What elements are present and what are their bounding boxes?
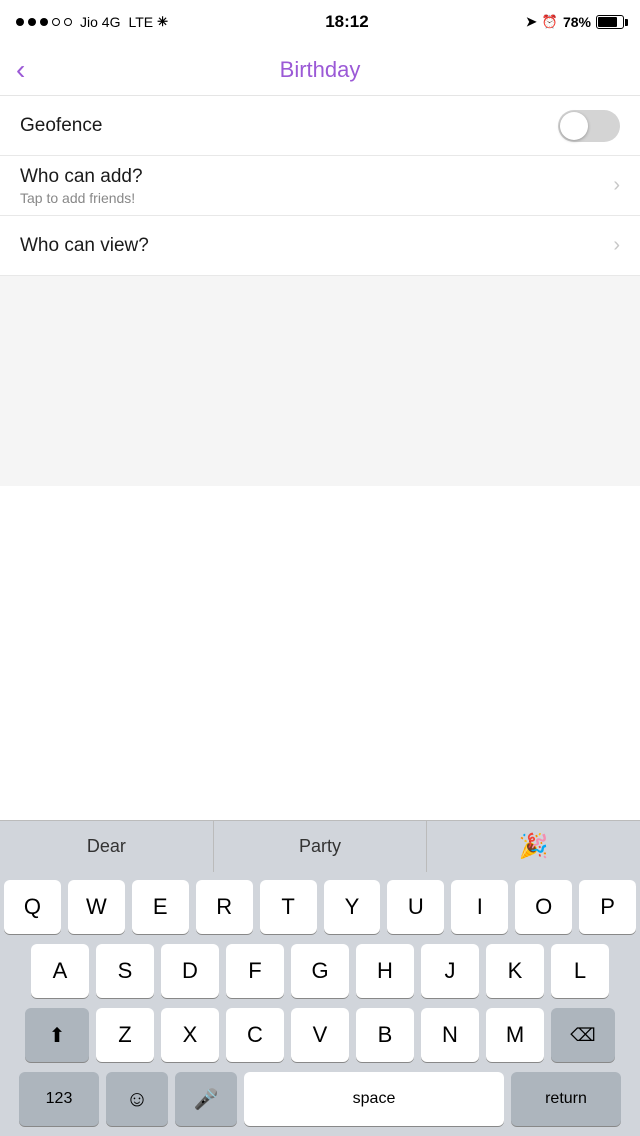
key-w[interactable]: W bbox=[68, 880, 125, 934]
emoji-key[interactable]: ☺ bbox=[106, 1072, 168, 1126]
who-can-add-label-group: Who can add? Tap to add friends! bbox=[20, 166, 143, 206]
autocomplete-dear[interactable]: Dear bbox=[0, 821, 214, 872]
battery-icon bbox=[596, 15, 624, 29]
key-row-bottom: 123 ☺ 🎤 space return bbox=[4, 1072, 636, 1126]
key-u[interactable]: U bbox=[387, 880, 444, 934]
geofence-label-group: Geofence bbox=[20, 115, 102, 137]
key-m[interactable]: M bbox=[486, 1008, 544, 1062]
key-l[interactable]: L bbox=[551, 944, 609, 998]
key-z[interactable]: Z bbox=[96, 1008, 154, 1062]
key-n[interactable]: N bbox=[421, 1008, 479, 1062]
nav-bar: ‹ Birthday bbox=[0, 44, 640, 96]
status-right: ➤ ⏰ 78% bbox=[526, 14, 624, 30]
key-t[interactable]: T bbox=[260, 880, 317, 934]
who-can-view-row[interactable]: Who can view? › bbox=[0, 216, 640, 276]
who-can-view-label-group: Who can view? bbox=[20, 235, 149, 257]
autocomplete-party-label: Party bbox=[299, 836, 341, 857]
key-row-3: ⬆ Z X C V B N M ⌫ bbox=[4, 1008, 636, 1062]
keyboard: Q W E R T Y U I O P A S D F G H J K L ⬆ … bbox=[0, 872, 640, 1136]
key-row-2: A S D F G H J K L bbox=[4, 944, 636, 998]
who-can-add-row[interactable]: Who can add? Tap to add friends! › bbox=[0, 156, 640, 216]
mic-key[interactable]: 🎤 bbox=[175, 1072, 237, 1126]
autocomplete-emoji[interactable]: 🎉 bbox=[427, 821, 640, 872]
geofence-toggle[interactable] bbox=[558, 110, 620, 142]
key-f[interactable]: F bbox=[226, 944, 284, 998]
autocomplete-emoji-label: 🎉 bbox=[519, 832, 549, 861]
empty-space bbox=[0, 276, 640, 486]
who-can-view-chevron: › bbox=[613, 234, 620, 257]
signal-dot-5 bbox=[64, 18, 72, 26]
who-can-add-subtitle: Tap to add friends! bbox=[20, 190, 143, 206]
who-can-view-title: Who can view? bbox=[20, 235, 149, 257]
delete-key[interactable]: ⌫ bbox=[551, 1008, 615, 1062]
battery-percent: 78% bbox=[563, 14, 591, 30]
key-d[interactable]: D bbox=[161, 944, 219, 998]
key-p[interactable]: P bbox=[579, 880, 636, 934]
status-left: Jio 4G LTE ✳ bbox=[16, 14, 168, 30]
signal-dot-2 bbox=[28, 18, 36, 26]
geofence-row[interactable]: Geofence bbox=[0, 96, 640, 156]
autocomplete-dear-label: Dear bbox=[87, 836, 126, 857]
key-v[interactable]: V bbox=[291, 1008, 349, 1062]
key-h[interactable]: H bbox=[356, 944, 414, 998]
key-s[interactable]: S bbox=[96, 944, 154, 998]
space-key[interactable]: space bbox=[244, 1072, 504, 1126]
num-key[interactable]: 123 bbox=[19, 1072, 99, 1126]
keyboard-container: Dear Party 🎉 Q W E R T Y U I O P A S D F bbox=[0, 820, 640, 1136]
location-icon: ➤ bbox=[526, 14, 537, 30]
network-label: LTE bbox=[128, 14, 153, 30]
autocomplete-bar: Dear Party 🎉 bbox=[0, 820, 640, 872]
signal-dot-4 bbox=[52, 18, 60, 26]
signal-dot-1 bbox=[16, 18, 24, 26]
who-can-add-title: Who can add? bbox=[20, 166, 143, 188]
settings-section: Geofence Who can add? Tap to add friends… bbox=[0, 96, 640, 276]
geofence-title: Geofence bbox=[20, 115, 102, 137]
network-sync-icon: ✳ bbox=[157, 14, 168, 30]
key-b[interactable]: B bbox=[356, 1008, 414, 1062]
key-y[interactable]: Y bbox=[324, 880, 381, 934]
key-row-1: Q W E R T Y U I O P bbox=[4, 880, 636, 934]
signal-dot-3 bbox=[40, 18, 48, 26]
key-k[interactable]: K bbox=[486, 944, 544, 998]
key-o[interactable]: O bbox=[515, 880, 572, 934]
key-x[interactable]: X bbox=[161, 1008, 219, 1062]
shift-key[interactable]: ⬆ bbox=[25, 1008, 89, 1062]
return-key[interactable]: return bbox=[511, 1072, 621, 1126]
status-time: 18:12 bbox=[325, 12, 368, 32]
status-bar: Jio 4G LTE ✳ 18:12 ➤ ⏰ 78% bbox=[0, 0, 640, 44]
battery-fill bbox=[598, 17, 617, 27]
key-e[interactable]: E bbox=[132, 880, 189, 934]
key-c[interactable]: C bbox=[226, 1008, 284, 1062]
back-button[interactable]: ‹ bbox=[16, 56, 25, 84]
key-g[interactable]: G bbox=[291, 944, 349, 998]
carrier-label: Jio 4G bbox=[80, 14, 120, 30]
alarm-icon: ⏰ bbox=[542, 14, 558, 30]
key-j[interactable]: J bbox=[421, 944, 479, 998]
key-a[interactable]: A bbox=[31, 944, 89, 998]
who-can-add-chevron: › bbox=[613, 174, 620, 197]
key-i[interactable]: I bbox=[451, 880, 508, 934]
key-r[interactable]: R bbox=[196, 880, 253, 934]
toggle-knob bbox=[560, 112, 588, 140]
autocomplete-party[interactable]: Party bbox=[214, 821, 428, 872]
key-q[interactable]: Q bbox=[4, 880, 61, 934]
page-title: Birthday bbox=[280, 57, 361, 83]
